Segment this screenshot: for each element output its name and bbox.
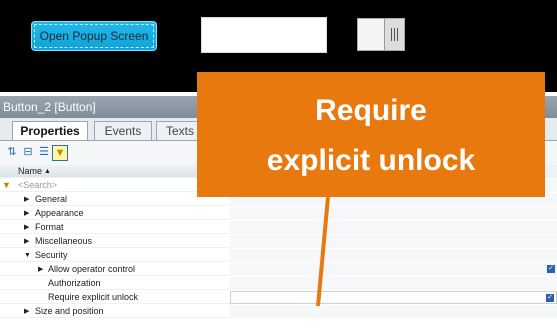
collapse-icon[interactable]: ⊟ (21, 145, 35, 159)
callout-box: Require explicit unlock (197, 72, 545, 197)
property-row[interactable]: ▶ Format (0, 221, 557, 234)
tab-events[interactable]: Events (94, 121, 152, 140)
filter-clear-icon[interactable]: ▼ (2, 179, 11, 192)
property-row-security[interactable]: ▼ Security (0, 249, 557, 262)
list-icon[interactable]: ☰ (37, 145, 51, 159)
filter-icon[interactable]: ▼ (52, 145, 68, 161)
chevron-down-icon[interactable]: ▼ (24, 249, 31, 262)
name-column-header[interactable]: Name (18, 165, 42, 178)
callout-line-1: Require (315, 94, 427, 127)
chevron-right-icon[interactable]: ▶ (24, 207, 29, 220)
toggle-knob[interactable] (384, 19, 404, 50)
sort-az-icon[interactable]: ⇅ (5, 145, 19, 159)
checkbox-checked-icon[interactable]: ✓ (546, 294, 554, 302)
io-field[interactable] (201, 17, 327, 53)
property-row-allow-operator-control[interactable]: ▶ Allow operator control ✓ (0, 263, 557, 276)
chevron-right-icon[interactable]: ▶ (24, 235, 29, 248)
sort-ascending-icon[interactable]: ▲ (44, 165, 51, 178)
property-row[interactable]: ▶ Appearance (0, 207, 557, 220)
toggle-switch[interactable] (357, 18, 405, 51)
tab-properties[interactable]: Properties (12, 121, 88, 140)
checkbox-checked-icon[interactable]: ✓ (547, 265, 555, 273)
chevron-right-icon[interactable]: ▶ (24, 221, 29, 234)
property-row[interactable]: ▶ Size and position (0, 305, 557, 318)
chevron-right-icon[interactable]: ▶ (38, 263, 43, 276)
property-row-require-explicit-unlock[interactable]: Require explicit unlock ✓ (0, 291, 557, 304)
chevron-right-icon[interactable]: ▶ (24, 305, 29, 318)
callout-line-2: explicit unlock (266, 144, 476, 177)
search-input[interactable]: <Search> (18, 179, 57, 192)
chevron-right-icon[interactable]: ▶ (24, 193, 29, 206)
open-popup-screen-button[interactable]: Open Popup Screen (31, 21, 157, 51)
property-row[interactable]: ▶ Miscellaneous (0, 235, 557, 248)
property-row-authorization[interactable]: Authorization (0, 277, 557, 290)
